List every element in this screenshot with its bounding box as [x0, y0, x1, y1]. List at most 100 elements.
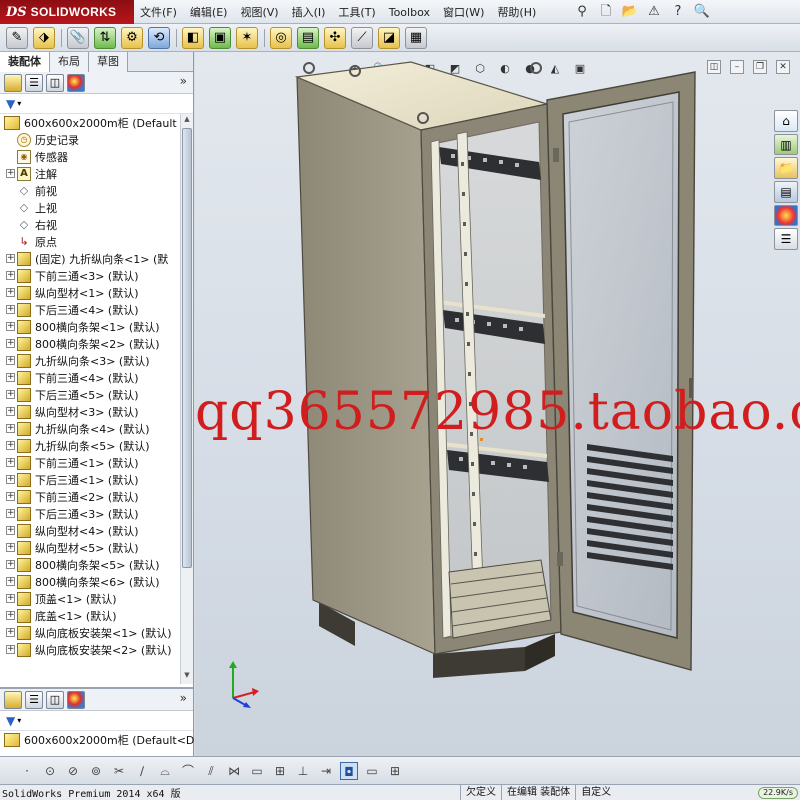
tree-item[interactable]: + 下前三通<1> (默认)	[0, 454, 178, 471]
exploded-view-icon[interactable]: ✣	[324, 26, 346, 49]
tree-item[interactable]: + 下前三通<3> (默认)	[0, 267, 178, 284]
graphics-area[interactable]: ⊕ 🔍 ↶ ◧ ◩ ⬡ ◐ ● ◭ ▣ ◫ – ❐ ✕ ⌂ ▥ 📁 ▤ ☰	[195, 52, 800, 756]
filter-icon[interactable]: ▼	[6, 714, 15, 728]
tab-layout[interactable]: 布局	[50, 52, 89, 72]
expand-toggle-icon[interactable]: +	[6, 492, 15, 501]
smart-dimension-icon[interactable]: ⊞	[271, 762, 289, 780]
expand-toggle-icon[interactable]: +	[6, 543, 15, 552]
tree-item[interactable]: ◇ 右视	[0, 216, 178, 233]
linear-pattern-icon[interactable]: ⇅	[94, 26, 116, 49]
tree-item[interactable]: + 下后三通<4> (默认)	[0, 301, 178, 318]
fillet-icon[interactable]: ⌒	[179, 762, 197, 780]
tree-item[interactable]: + 九折纵向条<5> (默认)	[0, 437, 178, 454]
expand-toggle-icon[interactable]: +	[6, 390, 15, 399]
help-icon[interactable]: ?	[668, 2, 688, 22]
tree-item[interactable]: + 纵向底板安装架<1> (默认)	[0, 624, 178, 641]
expand-toggle-icon[interactable]: +	[6, 424, 15, 433]
tree-item[interactable]: + 下前三通<4> (默认)	[0, 369, 178, 386]
tree-item[interactable]: ◉ 传感器	[0, 148, 178, 165]
edit-component-icon[interactable]: ✎	[6, 26, 28, 49]
new-motion-study-icon[interactable]: ◎	[270, 26, 292, 49]
show-hidden-icon[interactable]: ◧	[182, 26, 204, 49]
menu-file[interactable]: 文件(F)	[140, 4, 177, 20]
reference-geometry-icon[interactable]: ✶	[236, 26, 258, 49]
scroll-down-icon[interactable]: ▼	[182, 671, 192, 683]
tree-item[interactable]: + 纵向型材<4> (默认)	[0, 522, 178, 539]
tree-item[interactable]: + 纵向型材<3> (默认)	[0, 403, 178, 420]
expand-toggle-icon[interactable]: +	[6, 441, 15, 450]
align-icon[interactable]: ⇥	[317, 762, 335, 780]
search-icon[interactable]: 🔍	[692, 2, 712, 22]
tree-item[interactable]: + 下后三通<3> (默认)	[0, 505, 178, 522]
expand-toggle-icon[interactable]: +	[6, 577, 15, 586]
instant3d-icon[interactable]: ◪	[378, 26, 400, 49]
expand-toggle-icon[interactable]: +	[6, 611, 15, 620]
tree-item[interactable]: ◇ 前视	[0, 182, 178, 199]
property-manager-icon[interactable]: ☰	[25, 73, 43, 92]
insert-component-icon[interactable]: ⬗	[33, 26, 55, 49]
tree-item[interactable]: +800横向条架<6> (默认)	[0, 573, 178, 590]
configuration-manager-icon[interactable]: ◫	[46, 73, 64, 92]
3d-view-icon[interactable]: ◘	[340, 761, 358, 780]
explode-line-sketch-icon[interactable]: ⟋	[351, 26, 373, 49]
lower-tree-root[interactable]: 600x600x2000m柜 (Default<D	[0, 731, 194, 748]
tab-sketch[interactable]: 草图	[89, 52, 128, 72]
tree-scrollbar[interactable]: ▲ ▼	[180, 114, 193, 684]
tree-item[interactable]: + (固定) 九折纵向条<1> (默	[0, 250, 178, 267]
expand-toggle-icon[interactable]: +	[6, 373, 15, 382]
expand-toggle-icon[interactable]: +	[6, 560, 15, 569]
units-status[interactable]: 自定义	[575, 784, 616, 800]
filter-icon[interactable]: ▼	[6, 97, 15, 111]
expand-toggle-icon[interactable]: +	[6, 254, 15, 263]
configuration-manager-icon[interactable]: ◫	[46, 690, 64, 709]
expand-toggle-icon[interactable]: +	[6, 288, 15, 297]
chevron-down-icon[interactable]: ▾	[17, 99, 21, 108]
expand-panel-button[interactable]: »	[180, 691, 187, 705]
expand-toggle-icon[interactable]: +	[6, 305, 15, 314]
point-icon[interactable]: ·	[18, 762, 36, 780]
circle-icon[interactable]: ⊙	[41, 762, 59, 780]
tree-item[interactable]: + 下后三通<1> (默认)	[0, 471, 178, 488]
menu-window[interactable]: 窗口(W)	[443, 4, 484, 20]
menu-view[interactable]: 视图(V)	[240, 4, 278, 20]
menu-help[interactable]: 帮助(H)	[497, 4, 536, 20]
menu-toolbox[interactable]: Toolbox	[389, 6, 430, 19]
centerline-icon[interactable]: ∕	[133, 762, 151, 780]
expand-toggle-icon[interactable]: +	[6, 526, 15, 535]
relation-icon[interactable]: ⊥	[294, 762, 312, 780]
smart-fastener-icon[interactable]: ⚙	[121, 26, 143, 49]
tree-item[interactable]: + 九折纵向条<3> (默认)	[0, 352, 178, 369]
expand-toggle-icon[interactable]: +	[6, 356, 15, 365]
expand-toggle-icon[interactable]: +	[6, 594, 15, 603]
chevron-down-icon[interactable]: ▾	[17, 716, 21, 725]
tree-item[interactable]: ◇ 上视	[0, 199, 178, 216]
feature-manager-icon[interactable]	[4, 73, 22, 92]
expand-toggle-icon[interactable]: +	[6, 407, 15, 416]
new-document-icon[interactable]: 🗋	[596, 2, 616, 22]
menu-tools[interactable]: 工具(T)	[338, 4, 375, 20]
menu-edit[interactable]: 编辑(E)	[190, 4, 228, 20]
tree-item[interactable]: +800横向条架<1> (默认)	[0, 318, 178, 335]
expand-toggle-icon[interactable]: +	[6, 322, 15, 331]
bill-of-materials-icon[interactable]: ▤	[297, 26, 319, 49]
property-manager-icon[interactable]: ☰	[25, 690, 43, 709]
rebuild-icon[interactable]: ⚠	[644, 2, 664, 22]
single-view-icon[interactable]: ▭	[363, 762, 381, 780]
polygon-icon[interactable]: ⊚	[87, 762, 105, 780]
tree-item[interactable]: + 纵向型材<1> (默认)	[0, 284, 178, 301]
tree-item[interactable]: +800横向条架<5> (默认)	[0, 556, 178, 573]
expand-toggle-icon[interactable]: +	[6, 458, 15, 467]
tree-item[interactable]: + 下前三通<2> (默认)	[0, 488, 178, 505]
scroll-up-icon[interactable]: ▲	[182, 115, 192, 127]
expand-toggle-icon[interactable]: +	[6, 169, 15, 178]
expand-toggle-icon[interactable]: +	[6, 645, 15, 654]
mirror-icon[interactable]: ⋈	[225, 762, 243, 780]
display-manager-icon[interactable]	[67, 73, 85, 92]
expand-toggle-icon[interactable]: +	[6, 475, 15, 484]
solidworks-logo[interactable]: DS SOLIDWORKS	[0, 0, 134, 24]
tree-item[interactable]: + 九折纵向条<4> (默认)	[0, 420, 178, 437]
expand-toggle-icon[interactable]: +	[6, 509, 15, 518]
lower-filter-bar[interactable]: ▼ ▾	[0, 711, 193, 731]
four-view-icon[interactable]: ⊞	[386, 762, 404, 780]
tree-item[interactable]: + 顶盖<1> (默认)	[0, 590, 178, 607]
